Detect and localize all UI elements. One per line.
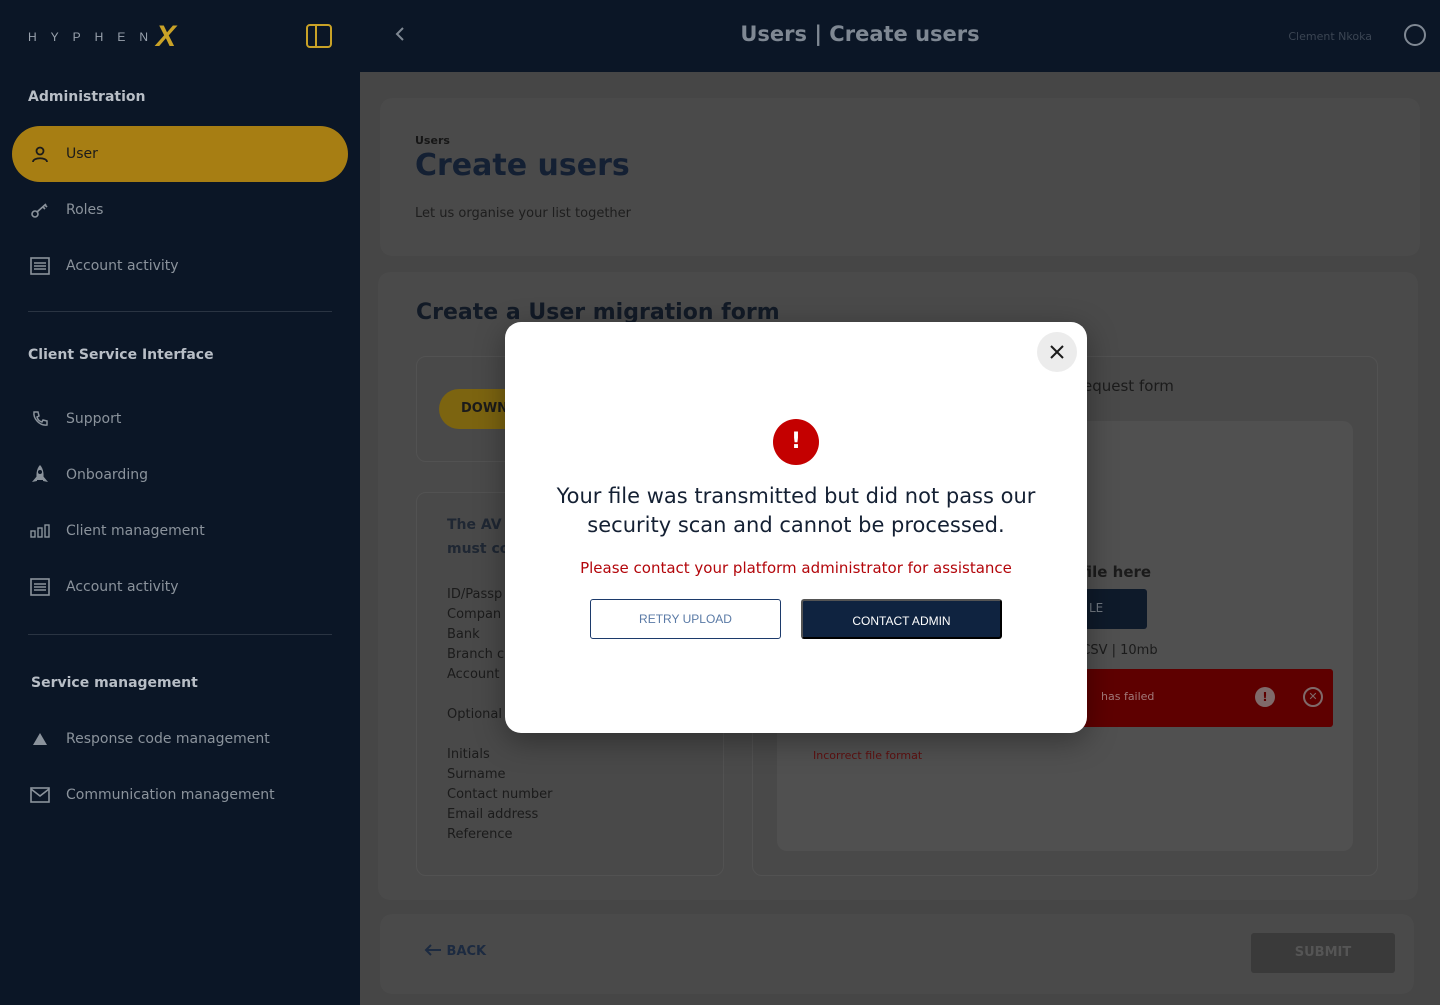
sidebar-item-label: Client management (66, 523, 205, 539)
sidebar-item-client-management[interactable]: Client management (12, 503, 348, 559)
list-item: Reference (447, 827, 513, 842)
list-item: Surname (447, 767, 506, 782)
triangle-icon (30, 729, 50, 749)
sidebar-item-roles[interactable]: Roles (12, 182, 348, 238)
optional-label: Optional (447, 707, 502, 722)
list-item: Contact number (447, 787, 553, 802)
back-label: BACK (446, 944, 487, 959)
sidebar-item-user[interactable]: User (12, 126, 348, 182)
list-item: Email address (447, 807, 539, 822)
header-card: Users Create users Let us organise your … (380, 98, 1420, 256)
list-item: Account (447, 667, 500, 682)
drop-text: file here (1081, 563, 1152, 581)
avatar[interactable] (1404, 24, 1426, 46)
close-modal-button[interactable] (1037, 332, 1077, 372)
sidebar: HYPHEN X Administration User Roles Accou… (0, 0, 360, 1005)
list-item: ID/Passp (447, 587, 503, 602)
list-item: Initials (447, 747, 490, 762)
sidebar-divider (28, 634, 332, 635)
brand-letters: HYPHEN (28, 30, 163, 44)
sidebar-item-label: Roles (66, 202, 104, 218)
sidebar-item-response-code-management[interactable]: Response code management (12, 711, 348, 767)
list-icon (30, 577, 50, 597)
sidebar-item-label: Support (66, 411, 122, 427)
modal-headline: Your file was transmitted but did not pa… (556, 484, 1036, 537)
phone-icon (30, 409, 50, 429)
footer-card: BACK SUBMIT (380, 914, 1414, 994)
retry-upload-button[interactable]: RETRY UPLOAD (590, 599, 781, 639)
brand-x: X (156, 20, 177, 53)
upload-title: equest form (1083, 377, 1174, 395)
exclamation-icon: ! (1255, 687, 1275, 707)
bar-chart-icon (30, 521, 50, 541)
sidebar-item-communication-management[interactable]: Communication management (12, 767, 348, 823)
list-icon (30, 256, 50, 276)
back-button[interactable]: BACK (424, 944, 486, 959)
sidebar-item-label: User (66, 146, 98, 162)
brand-logo: HYPHEN X (28, 20, 177, 53)
sidebar-item-label: Account activity (66, 258, 179, 274)
sidebar-item-support[interactable]: Support (12, 391, 348, 447)
rocket-icon (30, 465, 50, 485)
key-icon (30, 200, 50, 220)
avs-heading-line1: The AV (447, 517, 502, 533)
upload-error-text: has failed (1101, 690, 1155, 703)
required-fields-list: ID/Passp Compan Bank Branch c Account (447, 585, 504, 685)
error-modal: ! Your file was transmitted but did not … (505, 322, 1087, 733)
user-name[interactable]: Clement Nkoka (1288, 30, 1372, 43)
sidebar-item-account-activity[interactable]: Account activity (12, 238, 348, 294)
close-circle-icon[interactable]: ✕ (1303, 687, 1323, 707)
section-subtitle: Let us organise your list together (415, 206, 631, 221)
breadcrumb[interactable]: Users (415, 134, 450, 147)
page-title: Users | Create users (740, 22, 980, 46)
section-title-client-service: Client Service Interface (28, 347, 214, 363)
sidebar-item-account-activity-2[interactable]: Account activity (12, 559, 348, 615)
optional-fields-list: Initials Surname Contact number Email ad… (447, 745, 552, 845)
list-item: Branch c (447, 647, 505, 662)
close-icon (1050, 345, 1064, 359)
list-item: Compan (447, 607, 502, 622)
topbar: Users | Create users Clement Nkoka (360, 0, 1440, 72)
sidebar-item-label: Communication management (66, 787, 275, 803)
arrow-left-icon (424, 944, 447, 959)
sidebar-item-label: Response code management (66, 731, 270, 747)
user-icon (30, 144, 50, 164)
error-caption: Incorrect file format (813, 749, 923, 762)
contact-admin-button[interactable]: CONTACT ADMIN (801, 599, 1002, 639)
section-title-administration: Administration (28, 89, 146, 105)
modal-note: Please contact your platform administrat… (580, 559, 1012, 577)
avs-heading-line2: must co (447, 541, 510, 557)
section-title-service-management: Service management (31, 675, 198, 691)
sidebar-item-label: Onboarding (66, 467, 148, 483)
alert-icon: ! (773, 419, 819, 465)
sidebar-toggle-icon[interactable] (306, 24, 332, 48)
sidebar-item-label: Account activity (66, 579, 179, 595)
sidebar-divider (28, 311, 332, 312)
list-item: Bank (447, 627, 480, 642)
avs-heading: The AV must co (447, 513, 509, 561)
submit-button[interactable]: SUBMIT (1251, 933, 1395, 973)
section-title: Create users (415, 148, 630, 183)
sidebar-item-onboarding[interactable]: Onboarding (12, 447, 348, 503)
mail-icon (30, 785, 50, 805)
